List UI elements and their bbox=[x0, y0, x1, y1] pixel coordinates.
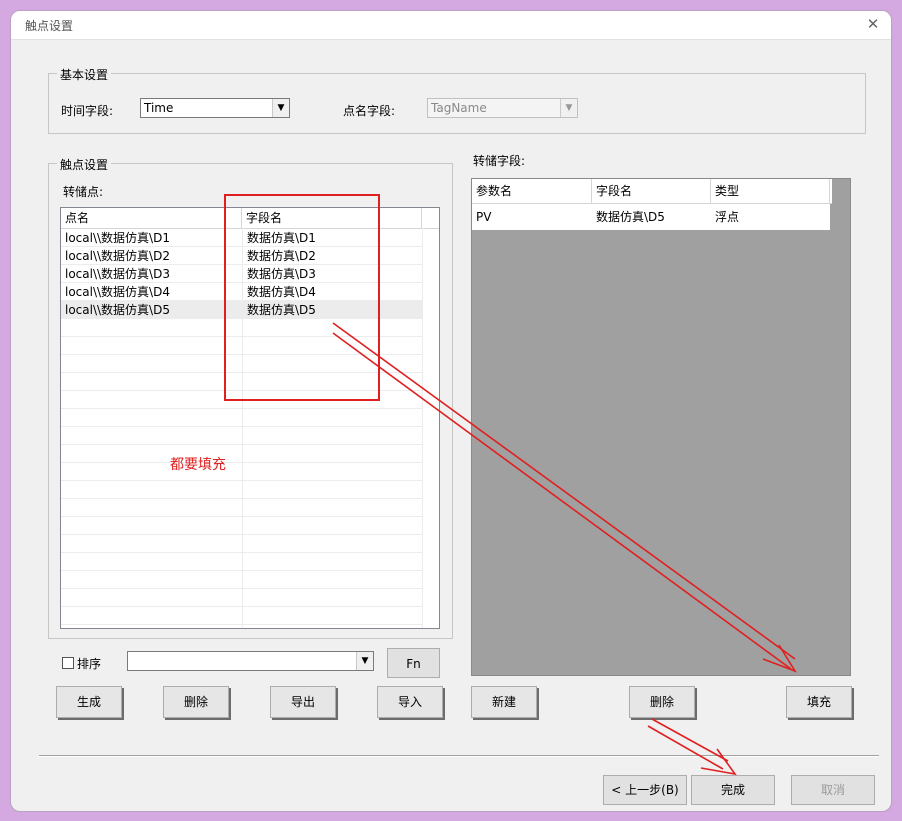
fill-button[interactable]: 填充 bbox=[786, 686, 852, 718]
point-name-cell: local\\数据仿真\D5 bbox=[65, 303, 170, 317]
chevron-down-icon[interactable]: ▼ bbox=[356, 652, 373, 670]
arrow-head-icon bbox=[700, 748, 737, 776]
dialog-window: 触点设置 ✕ 基本设置 时间字段: Time ▼ 点名字段: TagName ▼… bbox=[10, 10, 892, 812]
transfer-fields-label: 转储字段: bbox=[473, 154, 526, 168]
fn-button[interactable]: Fn bbox=[387, 648, 440, 678]
point-name-value: TagName bbox=[431, 101, 487, 115]
highlight-box bbox=[224, 194, 380, 401]
column-divider bbox=[422, 228, 423, 628]
footer-separator bbox=[39, 755, 879, 757]
table-row[interactable]: PV 数据仿真\D5 浮点 bbox=[472, 204, 830, 230]
column-header-type[interactable]: 类型 bbox=[711, 179, 830, 203]
new-field-button[interactable]: 新建 bbox=[471, 686, 537, 718]
type-cell: 浮点 bbox=[715, 210, 740, 224]
point-name-cell: local\\数据仿真\D3 bbox=[65, 267, 170, 281]
chevron-down-icon: ▼ bbox=[560, 99, 577, 117]
annotation-text: 都要填充 bbox=[170, 457, 226, 473]
close-icon[interactable]: ✕ bbox=[861, 13, 885, 35]
point-name-cell: local\\数据仿真\D2 bbox=[65, 249, 170, 263]
point-name-select: TagName ▼ bbox=[427, 98, 578, 118]
points-group-label: 触点设置 bbox=[57, 156, 112, 173]
sort-checkbox[interactable] bbox=[62, 657, 74, 669]
time-field-select[interactable]: Time ▼ bbox=[140, 98, 290, 118]
delete-field-button[interactable]: 删除 bbox=[629, 686, 695, 718]
column-header-field-name[interactable]: 字段名 bbox=[592, 179, 711, 203]
generate-button[interactable]: 生成 bbox=[56, 686, 122, 718]
time-field-value: Time bbox=[144, 101, 174, 115]
point-name-cell: local\\数据仿真\D1 bbox=[65, 231, 170, 245]
time-field-label: 时间字段: bbox=[61, 104, 114, 118]
chevron-down-icon[interactable]: ▼ bbox=[272, 99, 289, 117]
window-title: 触点设置 bbox=[25, 19, 74, 33]
fields-list[interactable]: 参数名 字段名 类型 PV 数据仿真\D5 浮点 bbox=[471, 178, 851, 676]
transfer-points-label: 转储点: bbox=[63, 185, 104, 199]
back-button[interactable]: < 上一步(B) bbox=[603, 775, 687, 805]
cancel-button[interactable]: 取消 bbox=[791, 775, 875, 805]
import-button[interactable]: 导入 bbox=[377, 686, 443, 718]
field-name-cell: 数据仿真\D5 bbox=[596, 210, 665, 224]
delete-point-button[interactable]: 删除 bbox=[163, 686, 229, 718]
fields-list-header: 参数名 字段名 类型 bbox=[472, 179, 832, 204]
arrow-to-finish-icon bbox=[647, 718, 729, 770]
sort-label: 排序 bbox=[77, 657, 102, 671]
param-name-cell: PV bbox=[476, 210, 492, 224]
basic-settings-label: 基本设置 bbox=[57, 66, 112, 83]
finish-button[interactable]: 完成 bbox=[691, 775, 775, 805]
column-header-param-name[interactable]: 参数名 bbox=[472, 179, 592, 203]
point-name-label: 点名字段: bbox=[343, 104, 396, 118]
title-bar: 触点设置 ✕ bbox=[11, 11, 891, 40]
sort-select[interactable]: ▼ bbox=[127, 651, 374, 671]
column-header-point-name[interactable]: 点名 bbox=[61, 208, 242, 228]
point-name-cell: local\\数据仿真\D4 bbox=[65, 285, 170, 299]
export-button[interactable]: 导出 bbox=[270, 686, 336, 718]
